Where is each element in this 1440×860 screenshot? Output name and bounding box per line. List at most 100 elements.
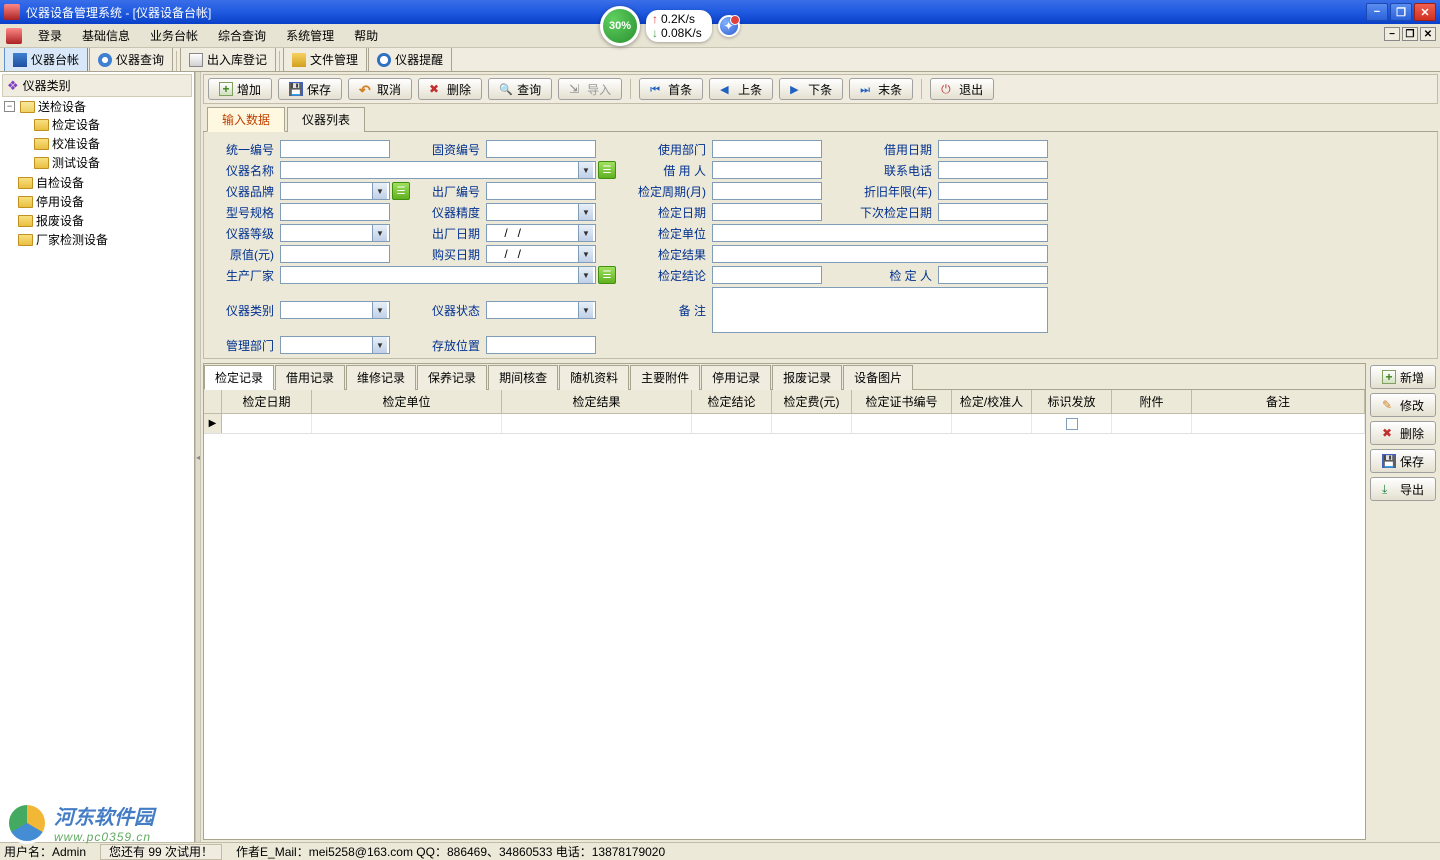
subtab-main-accessory[interactable]: 主要附件 [630, 365, 700, 390]
input-calib-cycle[interactable] [712, 182, 822, 200]
tab-file-management[interactable]: 文件管理 [283, 47, 367, 71]
tree-node-scrapped[interactable]: 报废设备 [4, 212, 192, 229]
subtab-borrow-record[interactable]: 借用记录 [275, 365, 345, 390]
side-delete-button[interactable]: 删除 [1370, 421, 1436, 445]
input-location[interactable] [486, 336, 596, 354]
chevron-down-icon[interactable]: ▼ [578, 267, 593, 283]
input-unified-no[interactable] [280, 140, 390, 158]
col-calib-conclusion[interactable]: 检定结论 [692, 390, 772, 413]
speed-percent-badge[interactable]: 30% [600, 6, 640, 46]
tree-node-inspection[interactable]: −送检设备 [4, 98, 192, 115]
col-remark[interactable]: 备注 [1192, 390, 1365, 413]
combo-manufacturer[interactable]: ▼ [280, 266, 596, 284]
menu-login[interactable]: 登录 [28, 24, 72, 47]
input-orig-value[interactable] [280, 245, 390, 263]
subtab-interim-check[interactable]: 期间核查 [488, 365, 558, 390]
input-fixed-asset[interactable] [486, 140, 596, 158]
combo-mgmt-dept[interactable]: ▼ [280, 336, 390, 354]
combo-brand[interactable]: ▼ [280, 182, 390, 200]
input-borrower[interactable] [712, 161, 822, 179]
input-calib-date[interactable] [712, 203, 822, 221]
prev-button[interactable]: 上条 [709, 78, 773, 100]
combo-purchase-date[interactable]: ▼ [486, 245, 596, 263]
tab-instrument-query[interactable]: 仪器查询 [89, 47, 173, 71]
chevron-down-icon[interactable]: ▼ [578, 246, 593, 262]
tree-node-calibrate[interactable]: 校准设备 [20, 135, 192, 152]
combo-grade[interactable]: ▼ [280, 224, 390, 242]
combo-mfg-date[interactable]: ▼ [486, 224, 596, 242]
col-calib-fee[interactable]: 检定费(元) [772, 390, 852, 413]
input-next-calib[interactable] [938, 203, 1048, 221]
menu-business[interactable]: 业务台帐 [140, 24, 208, 47]
combo-category[interactable]: ▼ [280, 301, 390, 319]
tree-node-self-check[interactable]: 自检设备 [4, 174, 192, 191]
input-factory-no[interactable] [486, 182, 596, 200]
chevron-down-icon[interactable]: ▼ [578, 225, 593, 241]
minimize-button[interactable]: − [1366, 3, 1388, 21]
import-button[interactable]: 导入 [558, 78, 622, 100]
speed-accel-button[interactable]: ✦ [718, 15, 740, 37]
input-deprec[interactable] [938, 182, 1048, 200]
subtab-device-image[interactable]: 设备图片 [843, 365, 913, 390]
input-contact-tel[interactable] [938, 161, 1048, 179]
delete-button[interactable]: 删除 [418, 78, 482, 100]
input-calibrator[interactable] [938, 266, 1048, 284]
col-calib-result[interactable]: 检定结果 [502, 390, 692, 413]
subtab-random-doc[interactable]: 随机资料 [559, 365, 629, 390]
table-row[interactable]: ▶ [204, 414, 1365, 434]
chevron-down-icon[interactable]: ▼ [372, 337, 387, 353]
col-cert-no[interactable]: 检定证书编号 [852, 390, 952, 413]
input-use-dept[interactable] [712, 140, 822, 158]
menu-query[interactable]: 综合查询 [208, 24, 276, 47]
combo-status[interactable]: ▼ [486, 301, 596, 319]
subtab-scrap-record[interactable]: 报废记录 [772, 365, 842, 390]
chevron-down-icon[interactable]: ▼ [578, 302, 593, 318]
chevron-down-icon[interactable]: ▼ [372, 225, 387, 241]
chevron-down-icon[interactable]: ▼ [372, 302, 387, 318]
subtab-calib-record[interactable]: 检定记录 [204, 365, 274, 390]
menu-basic-info[interactable]: 基础信息 [72, 24, 140, 47]
mdi-minimize[interactable]: − [1384, 27, 1400, 41]
tab-in-out-register[interactable]: 出入库登记 [180, 47, 276, 71]
side-export-button[interactable]: 导出 [1370, 477, 1436, 501]
mdi-restore[interactable]: ❐ [1402, 27, 1418, 41]
tab-instrument-ledger[interactable]: 仪器台帐 [4, 47, 88, 71]
tree-node-verify[interactable]: 检定设备 [20, 116, 192, 133]
last-button[interactable]: 末条 [849, 78, 913, 100]
first-button[interactable]: 首条 [639, 78, 703, 100]
tab-instrument-list[interactable]: 仪器列表 [287, 107, 365, 132]
chevron-down-icon[interactable]: ▼ [578, 162, 593, 178]
checkbox[interactable] [1066, 418, 1078, 430]
add-button[interactable]: 增加 [208, 78, 272, 100]
combo-inst-name[interactable]: ▼ [280, 161, 596, 179]
lookup-name-button[interactable]: ☰ [598, 161, 616, 179]
chevron-down-icon[interactable]: ▼ [578, 204, 593, 220]
subtab-repair-record[interactable]: 维修记录 [346, 365, 416, 390]
col-attachment[interactable]: 附件 [1112, 390, 1192, 413]
collapse-icon[interactable]: − [4, 101, 15, 112]
col-calibrator[interactable]: 检定/校准人 [952, 390, 1032, 413]
close-button[interactable]: ✕ [1414, 3, 1436, 21]
side-edit-button[interactable]: 修改 [1370, 393, 1436, 417]
mdi-close[interactable]: ✕ [1420, 27, 1436, 41]
maximize-button[interactable]: ❐ [1390, 3, 1412, 21]
col-badge-issue[interactable]: 标识发放 [1032, 390, 1112, 413]
cancel-button[interactable]: 取消 [348, 78, 412, 100]
tab-instrument-reminder[interactable]: 仪器提醒 [368, 47, 452, 71]
chevron-down-icon[interactable]: ▼ [372, 183, 387, 199]
input-calib-conclusion[interactable] [712, 266, 822, 284]
col-calib-date[interactable]: 检定日期 [222, 390, 312, 413]
input-model[interactable] [280, 203, 390, 221]
save-button[interactable]: 保存 [278, 78, 342, 100]
side-save-button[interactable]: 保存 [1370, 449, 1436, 473]
grid-body[interactable]: ▶ [204, 414, 1365, 839]
input-borrow-date[interactable] [938, 140, 1048, 158]
subtab-maint-record[interactable]: 保养记录 [417, 365, 487, 390]
tree-node-test[interactable]: 测试设备 [20, 154, 192, 171]
lookup-brand-button[interactable]: ☰ [392, 182, 410, 200]
menu-system[interactable]: 系统管理 [276, 24, 344, 47]
side-new-button[interactable]: 新增 [1370, 365, 1436, 389]
input-calib-unit[interactable] [712, 224, 1048, 242]
subtab-disable-record[interactable]: 停用记录 [701, 365, 771, 390]
tab-data-entry[interactable]: 输入数据 [207, 107, 285, 132]
